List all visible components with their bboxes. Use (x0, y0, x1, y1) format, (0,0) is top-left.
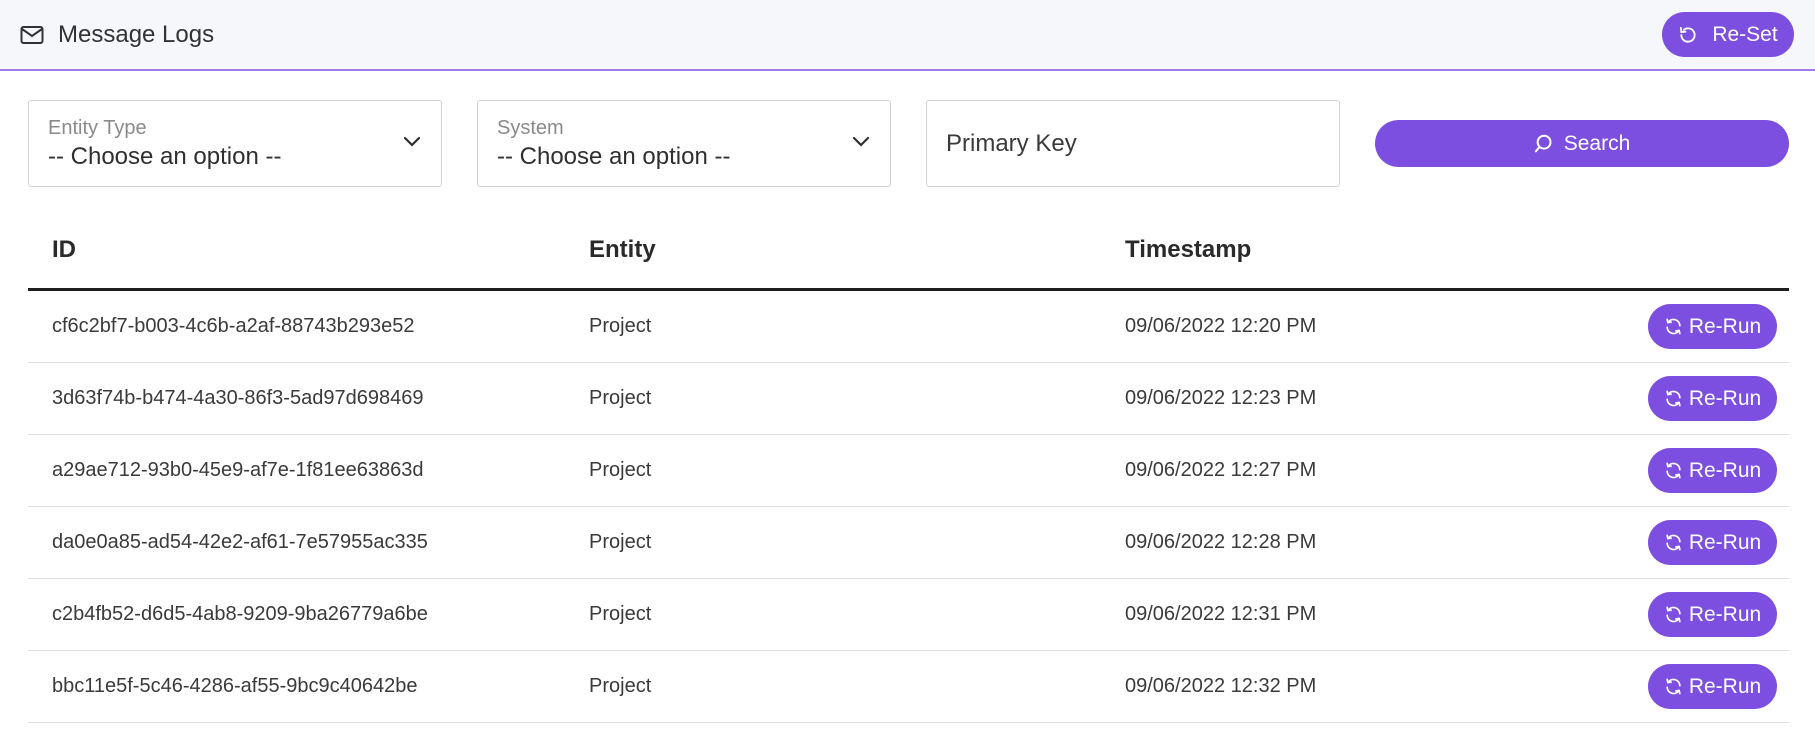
entity-type-value: -- Choose an option -- (48, 143, 282, 170)
refresh-icon (1664, 389, 1683, 408)
cell-id: c2b4fb52-d6d5-4ab8-9209-9ba26779a6be (52, 603, 428, 625)
cell-timestamp: 09/06/2022 12:27 PM (1125, 459, 1317, 481)
rerun-button[interactable]: Re-Run (1648, 304, 1777, 349)
rerun-button-label: Re-Run (1688, 458, 1762, 482)
rerun-button[interactable]: Re-Run (1648, 448, 1777, 493)
search-button-label: Search (1563, 131, 1631, 155)
table-header: ID Entity Timestamp (28, 218, 1789, 291)
column-header-id: ID (52, 236, 76, 263)
refresh-icon (1664, 461, 1683, 480)
rerun-button[interactable]: Re-Run (1648, 376, 1777, 421)
table-row: a29ae712-93b0-45e9-af7e-1f81ee63863d Proj… (28, 435, 1789, 507)
cell-entity: Project (589, 387, 652, 409)
cell-id: cf6c2bf7-b003-4c6b-a2af-88743b293e52 (52, 315, 415, 337)
cell-id: da0e0a85-ad54-42e2-af61-7e57955ac335 (52, 531, 428, 553)
rerun-button-label: Re-Run (1688, 314, 1762, 338)
column-header-entity: Entity (589, 236, 656, 263)
cell-timestamp: 09/06/2022 12:31 PM (1125, 603, 1317, 625)
reset-button-label: Re-Set (1712, 22, 1778, 46)
rerun-button-label: Re-Run (1688, 386, 1762, 410)
message-log-table: ID Entity Timestamp cf6c2bf7-b003-4c6b-a… (28, 218, 1789, 723)
cell-id: bbc11e5f-5c46-4286-af55-9bc9c40642be (52, 675, 418, 697)
rerun-button[interactable]: Re-Run (1648, 664, 1777, 709)
column-header-timestamp: Timestamp (1125, 236, 1252, 263)
rerun-button-label: Re-Run (1688, 674, 1762, 698)
undo-icon (1678, 25, 1698, 45)
rerun-button-label: Re-Run (1688, 530, 1762, 554)
cell-id: a29ae712-93b0-45e9-af7e-1f81ee63863d (52, 459, 424, 481)
cell-entity: Project (589, 603, 652, 625)
system-value: -- Choose an option -- (497, 143, 731, 170)
top-bar: Message Logs Re-Set (0, 0, 1815, 71)
table-row: 3d63f74b-b474-4a30-86f3-5ad97d698469 Proj… (28, 363, 1789, 435)
table-row: bbc11e5f-5c46-4286-af55-9bc9c40642be Proj… (28, 651, 1789, 723)
cell-timestamp: 09/06/2022 12:20 PM (1125, 315, 1317, 337)
reset-button[interactable]: Re-Set (1662, 12, 1794, 57)
entity-type-select[interactable]: Entity Type -- Choose an option -- (28, 100, 442, 187)
cell-timestamp: 09/06/2022 12:32 PM (1125, 675, 1317, 697)
chevron-down-icon (852, 135, 870, 153)
search-icon (1534, 133, 1556, 155)
cell-entity: Project (589, 315, 652, 337)
cell-id: 3d63f74b-b474-4a30-86f3-5ad97d698469 (52, 387, 424, 409)
cell-entity: Project (589, 531, 652, 553)
cell-entity: Project (589, 459, 652, 481)
primary-key-input[interactable] (926, 100, 1340, 187)
refresh-icon (1664, 605, 1683, 624)
refresh-icon (1664, 677, 1683, 696)
refresh-icon (1664, 533, 1683, 552)
table-row: da0e0a85-ad54-42e2-af61-7e57955ac335 Proj… (28, 507, 1789, 579)
rerun-button[interactable]: Re-Run (1648, 592, 1777, 637)
rerun-button[interactable]: Re-Run (1648, 520, 1777, 565)
envelope-icon (20, 25, 44, 45)
system-label: System (497, 117, 564, 139)
cell-entity: Project (589, 675, 652, 697)
search-button[interactable]: Search (1375, 120, 1789, 167)
chevron-down-icon (403, 135, 421, 153)
rerun-button-label: Re-Run (1688, 602, 1762, 626)
table-body: cf6c2bf7-b003-4c6b-a2af-88743b293e52 Proj… (28, 291, 1789, 723)
cell-timestamp: 09/06/2022 12:28 PM (1125, 531, 1317, 553)
cell-timestamp: 09/06/2022 12:23 PM (1125, 387, 1317, 409)
page-header: Message Logs (20, 18, 214, 52)
entity-type-label: Entity Type (48, 117, 147, 139)
refresh-icon (1664, 317, 1683, 336)
table-row: c2b4fb52-d6d5-4ab8-9209-9ba26779a6be Proj… (28, 579, 1789, 651)
page-title: Message Logs (58, 21, 215, 48)
table-row: cf6c2bf7-b003-4c6b-a2af-88743b293e52 Proj… (28, 291, 1789, 363)
system-select[interactable]: System -- Choose an option -- (477, 100, 891, 187)
